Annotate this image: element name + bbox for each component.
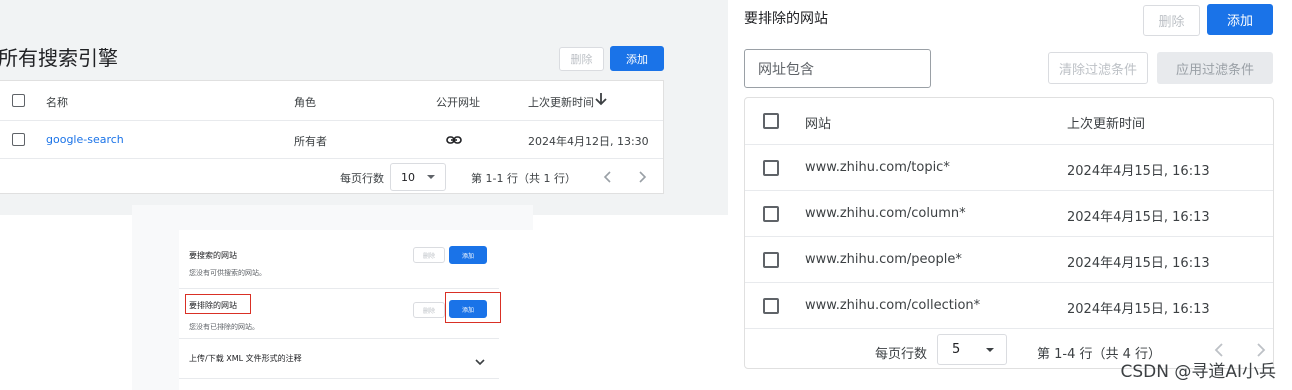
site-link[interactable]: www.zhihu.com/collection* [805,298,980,313]
row-checkbox[interactable] [763,206,779,222]
search-sites-add-button[interactable]: 添加 [449,246,487,264]
table-row[interactable]: www.zhihu.com/people* 2024年4月15日, 16:13 [745,237,1273,283]
dropdown-arrow-icon [986,348,994,352]
table-row[interactable]: www.zhihu.com/collection* 2024年4月15日, 16… [745,283,1273,329]
excluded-sites-table: 网站 上次更新时间 www.zhihu.com/topic* 2024年4月15… [744,97,1274,369]
engine-name-link[interactable]: google-search [46,133,124,146]
table-header: 网站 上次更新时间 [745,98,1273,145]
exclude-sites-empty: 您没有已排除的网站。 [189,323,259,331]
delete-button[interactable]: 删除 [1143,5,1200,36]
dropdown-arrow-icon [427,175,435,179]
row-checkbox[interactable] [763,252,779,268]
site-link[interactable]: www.zhihu.com/column* [805,206,966,221]
table-row[interactable]: google-search 所有者 2024年4月12日, 13:30 [0,121,663,159]
page-title: 所有搜索引擎 [0,46,118,70]
table-row[interactable]: www.zhihu.com/column* 2024年4月15日, 16:13 [745,191,1273,237]
sites-settings-panel: 要搜索的网站 您没有可供搜索的网站。 删除 添加 要排除的网站 您没有已排除的网… [132,205,533,390]
table-header: 名称 角色 公开网址 上次更新时间 [0,81,663,121]
engines-table: 名称 角色 公开网址 上次更新时间 google-search 所有者 2024… [0,80,664,194]
row-checkbox[interactable] [12,133,25,146]
rows-per-page-select[interactable]: 10 [390,163,446,191]
divider [179,378,499,379]
updated-value: 2024年4月15日, 16:13 [1067,164,1210,179]
apply-filter-button[interactable]: 应用过滤条件 [1157,52,1273,84]
updated-value: 2024年4月15日, 16:13 [1067,210,1210,225]
arrow-down-icon[interactable] [594,91,608,111]
column-role: 角色 [294,96,316,109]
prev-page-icon[interactable] [602,169,612,188]
clear-filter-button[interactable]: 清除过滤条件 [1048,52,1148,84]
exclude-sites-panel: 要排除的网站 删除 添加 网址包含 清除过滤条件 应用过滤条件 网站 上次更新时… [728,0,1292,390]
exclude-sites-add-button[interactable]: 添加 [449,300,487,318]
divider [179,338,499,339]
divider [179,288,499,289]
add-button[interactable]: 添加 [610,46,664,71]
page-range: 第 1-1 行（共 1 行） [471,172,576,185]
column-last-updated: 上次更新时间 [1067,117,1146,132]
url-filter-input[interactable]: 网址包含 [744,49,931,88]
rows-per-page-value: 10 [401,170,415,184]
rows-per-page-select[interactable]: 5 [937,334,1007,365]
select-all-checkbox[interactable] [12,94,25,107]
xml-annotations-label[interactable]: 上传/下载 XML 文件形式的注释 [189,353,302,364]
column-name: 名称 [46,96,68,109]
column-public-url: 公开网址 [436,96,480,109]
rows-per-page-value: 5 [952,342,961,357]
delete-button[interactable]: 删除 [559,47,604,71]
rows-per-page-label: 每页行数 [875,347,928,362]
search-sites-title: 要搜索的网站 [189,251,237,260]
link-icon[interactable] [446,132,462,151]
row-checkbox[interactable] [763,298,779,314]
pagination: 每页行数 10 第 1-1 行（共 1 行） [0,159,663,195]
site-link[interactable]: www.zhihu.com/topic* [805,160,950,175]
updated-value: 2024年4月15日, 16:13 [1067,256,1210,271]
role-value: 所有者 [294,135,327,148]
table-row[interactable]: www.zhihu.com/topic* 2024年4月15日, 16:13 [745,145,1273,191]
exclude-sites-delete-button[interactable]: 删除 [413,302,445,318]
column-last-updated[interactable]: 上次更新时间 [528,94,594,110]
exclude-sites-title: 要排除的网站 [189,301,237,310]
select-all-checkbox[interactable] [763,113,779,129]
site-link[interactable]: www.zhihu.com/people* [805,252,962,267]
next-page-icon[interactable] [638,169,648,188]
search-sites-empty: 您没有可供搜索的网站。 [189,269,266,277]
sites-settings-card: 要搜索的网站 您没有可供搜索的网站。 删除 添加 要排除的网站 您没有已排除的网… [179,230,533,390]
updated-value: 2024年4月12日, 13:30 [528,135,649,148]
search-sites-delete-button[interactable]: 删除 [413,247,445,263]
updated-value: 2024年4月15日, 16:13 [1067,302,1210,317]
csdn-watermark: CSDN @寻道AI小兵 [1120,362,1276,382]
search-engines-panel: 所有搜索引擎 删除 添加 名称 角色 公开网址 上次更新时间 google-se… [0,0,728,215]
column-site: 网站 [805,117,832,132]
rows-per-page-label: 每页行数 [340,172,384,185]
panel-title: 要排除的网站 [744,11,828,27]
add-button[interactable]: 添加 [1207,4,1273,35]
row-checkbox[interactable] [763,160,779,176]
chevron-down-icon[interactable] [474,352,486,371]
